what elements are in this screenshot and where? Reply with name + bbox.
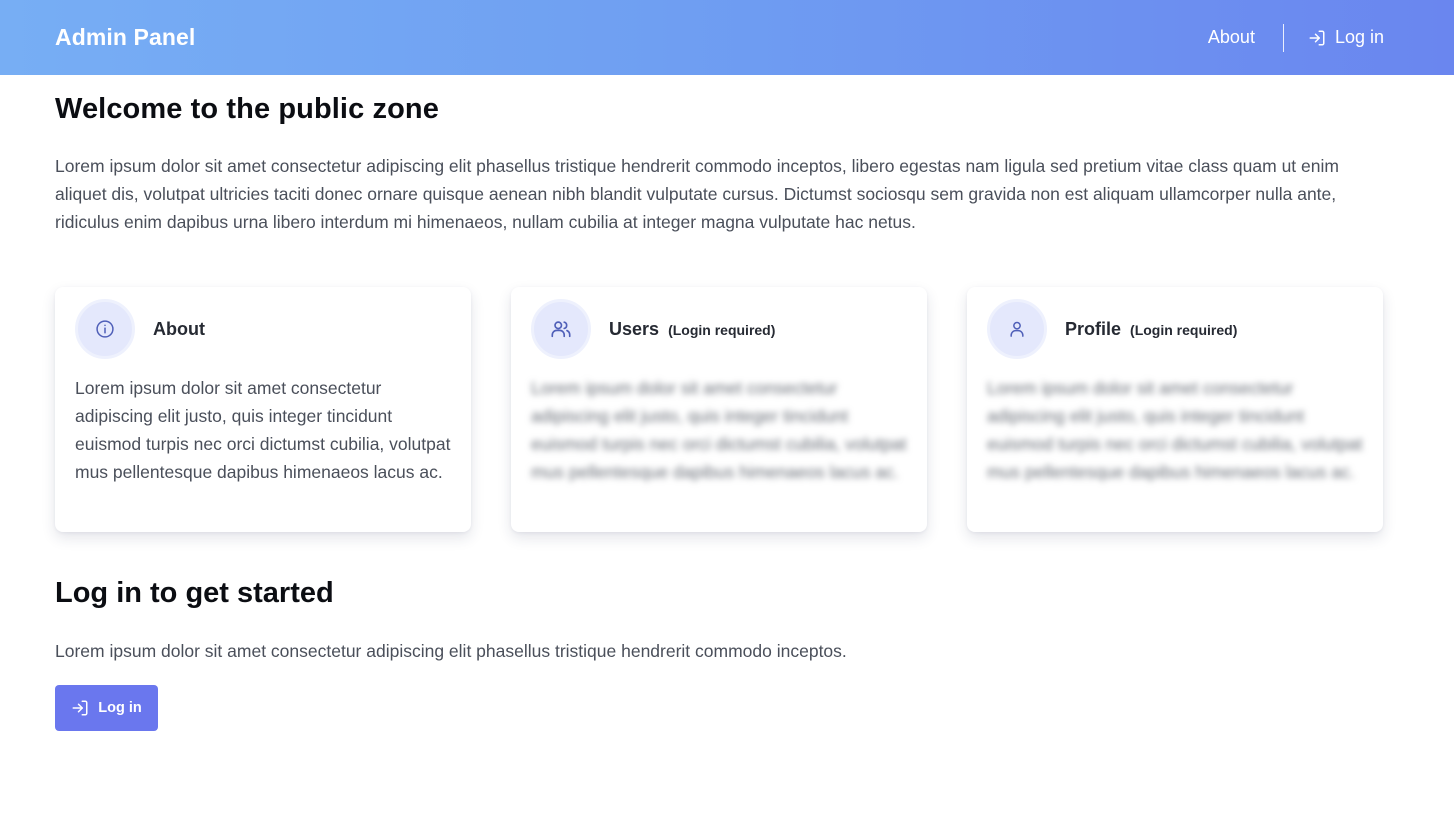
login-required-note: (Login required) (1130, 321, 1238, 338)
user-icon (1010, 321, 1024, 337)
login-section-text: Lorem ipsum dolor sit amet consectetur a… (55, 641, 847, 661)
login-icon (72, 700, 88, 716)
login-icon (1309, 30, 1325, 45)
card-profile[interactable]: Profile (Login required) Lorem ipsum dol… (967, 287, 1383, 532)
login-section-title: Log in to get started (55, 577, 334, 609)
login-button-label: Log in (98, 700, 142, 716)
card-users[interactable]: Users (Login required) Lorem ipsum dolor… (511, 287, 927, 532)
card-about[interactable]: About Lorem ipsum dolor sit amet consect… (55, 287, 471, 532)
card-icon-circle (75, 299, 135, 359)
login-button[interactable]: Log in (55, 685, 158, 731)
nav-about-link[interactable]: About (1208, 27, 1255, 48)
card-title: Users (Login required) (609, 319, 775, 340)
page-title: Welcome to the public zone (55, 93, 439, 125)
card-header: About (75, 299, 451, 359)
nav-divider (1282, 23, 1284, 52)
card-description: Lorem ipsum dolor sit amet consectetur a… (531, 378, 907, 482)
info-icon (96, 320, 114, 338)
users-icon (551, 321, 571, 338)
card-title-text: About (153, 318, 205, 339)
card-header: Users (Login required) (531, 299, 907, 359)
card-description: Lorem ipsum dolor sit amet consectetur a… (75, 378, 451, 482)
intro-paragraph: Lorem ipsum dolor sit amet consectetur a… (55, 156, 1339, 232)
card-title-text: Profile (1065, 318, 1122, 339)
card-icon-circle (987, 299, 1047, 359)
top-navbar: Admin Panel About Log in (0, 0, 1454, 75)
nav-login-link[interactable]: Log in (1308, 27, 1384, 48)
card-title-text: Users (609, 318, 660, 339)
top-nav: About Log in (1208, 0, 1384, 75)
main-content: Welcome to the public zone Lorem ipsum d… (55, 75, 1385, 731)
card-title: Profile (Login required) (1065, 319, 1237, 340)
card-title: About (153, 319, 205, 340)
nav-login-label: Log in (1334, 27, 1384, 47)
card-description: Lorem ipsum dolor sit amet consectetur a… (987, 378, 1363, 482)
brand-title[interactable]: Admin Panel (55, 24, 195, 51)
card-header: Profile (Login required) (987, 299, 1363, 359)
card-icon-circle (531, 299, 591, 359)
login-required-note: (Login required) (668, 321, 776, 338)
feature-cards: About Lorem ipsum dolor sit amet consect… (55, 287, 1385, 532)
